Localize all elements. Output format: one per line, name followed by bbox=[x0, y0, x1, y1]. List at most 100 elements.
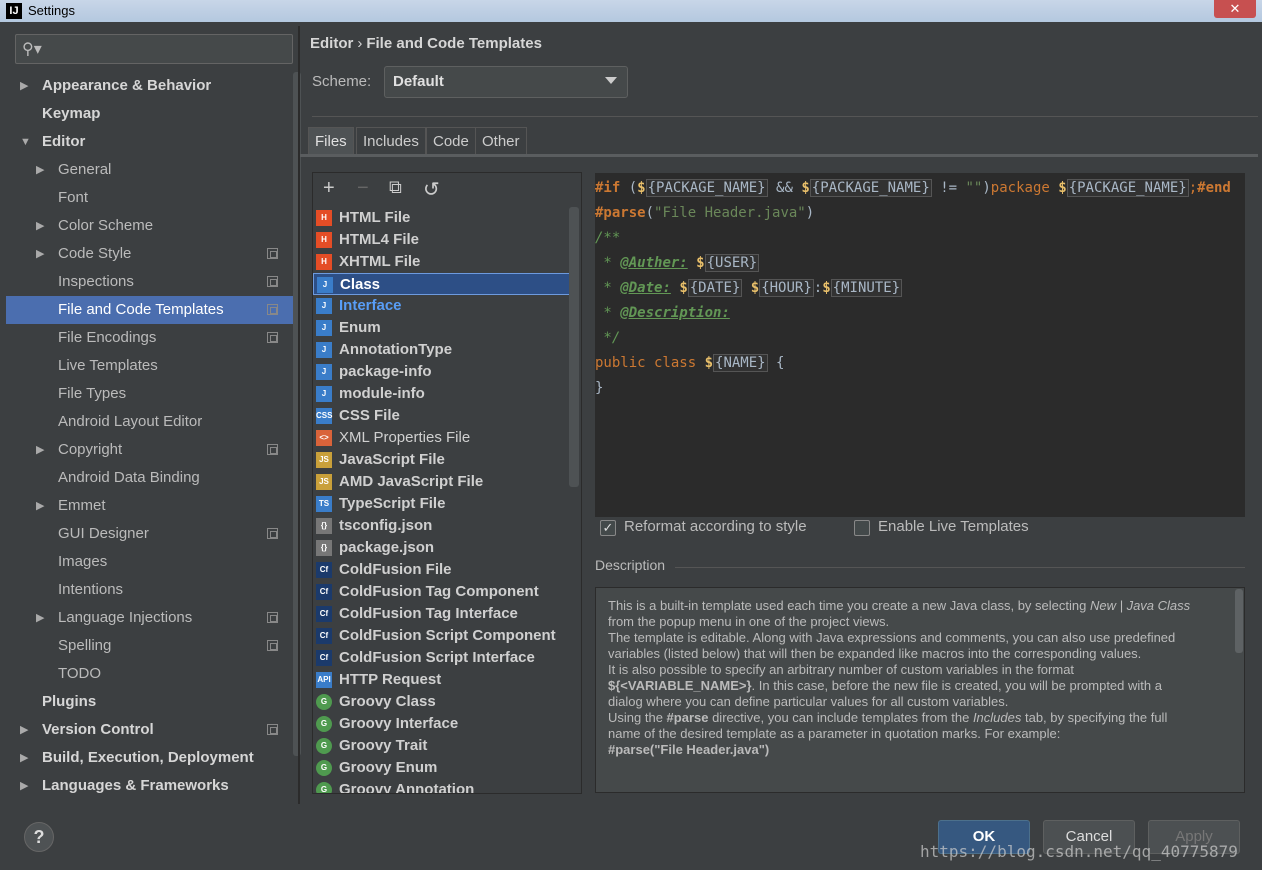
list-item[interactable]: J Class bbox=[313, 273, 571, 295]
list-item[interactable]: JS JavaScript File bbox=[313, 449, 571, 471]
sidebar-item-label: Plugins bbox=[42, 693, 97, 710]
code-line: #if ($ {PACKAGE_NAME} && $ {PACKAGE_NAME} … bbox=[595, 176, 1231, 201]
list-scrollbar[interactable] bbox=[569, 207, 579, 487]
reset-icon[interactable]: ↺ bbox=[423, 177, 440, 202]
list-item[interactable]: H XHTML File bbox=[313, 251, 571, 273]
sidebar-item-version-control[interactable]: ▶ Version Control bbox=[6, 716, 298, 744]
collapsed-arrow-icon[interactable]: ▶ bbox=[36, 436, 44, 464]
sidebar-item-code-style[interactable]: ▶ Code Style bbox=[6, 240, 298, 268]
list-item[interactable]: G Groovy Class bbox=[313, 691, 571, 713]
tab-other[interactable]: Other bbox=[475, 127, 527, 155]
sidebar-item-font[interactable]: Font bbox=[6, 184, 298, 212]
sidebar-item-inspections[interactable]: Inspections bbox=[6, 268, 298, 296]
list-item[interactable]: Cf ColdFusion Script Interface bbox=[313, 647, 571, 669]
collapsed-arrow-icon[interactable]: ▶ bbox=[20, 72, 28, 100]
template-name: ColdFusion Tag Interface bbox=[339, 605, 518, 622]
remove-icon[interactable]: − bbox=[357, 177, 369, 200]
collapsed-arrow-icon[interactable]: ▶ bbox=[20, 744, 28, 772]
sidebar-item-keymap[interactable]: Keymap bbox=[6, 100, 298, 128]
checkbox-checked-icon[interactable]: ✓ bbox=[600, 520, 616, 536]
template-variable: {NAME} bbox=[713, 354, 768, 372]
sidebar-item-file-and-code-templates[interactable]: File and Code Templates bbox=[6, 296, 298, 324]
list-item[interactable]: {} tsconfig.json bbox=[313, 515, 571, 537]
template-name: ColdFusion Script Interface bbox=[339, 649, 535, 666]
list-item[interactable]: G Groovy Interface bbox=[313, 713, 571, 735]
sidebar-item-todo[interactable]: TODO bbox=[6, 660, 298, 688]
template-editor[interactable]: #if ($ {PACKAGE_NAME} && $ {PACKAGE_NAME} … bbox=[595, 173, 1245, 517]
list-item[interactable]: H HTML4 File bbox=[313, 229, 571, 251]
sidebar-item-label: Keymap bbox=[42, 105, 101, 122]
sidebar-item-color-scheme[interactable]: ▶ Color Scheme bbox=[6, 212, 298, 240]
copy-icon[interactable]: ⧉ bbox=[389, 177, 402, 198]
sidebar-item-file-types[interactable]: File Types bbox=[6, 380, 298, 408]
scheme-value: Default bbox=[393, 73, 444, 90]
checkbox-icon[interactable] bbox=[854, 520, 870, 536]
list-item[interactable]: Jpackage-info bbox=[313, 361, 571, 383]
template-name: tsconfig.json bbox=[339, 517, 433, 534]
sidebar-item-intentions[interactable]: Intentions bbox=[6, 576, 298, 604]
sidebar-item-label: GUI Designer bbox=[58, 525, 149, 542]
list-item[interactable]: G Groovy Enum bbox=[313, 757, 571, 779]
list-item[interactable]: <> XML Properties File bbox=[313, 427, 571, 449]
sidebar-item-plugins[interactable]: Plugins bbox=[6, 688, 298, 716]
sidebar-item-label: Font bbox=[58, 189, 89, 206]
collapsed-arrow-icon[interactable]: ▶ bbox=[20, 772, 28, 800]
project-settings-icon bbox=[267, 640, 278, 651]
close-button[interactable]: ✕ bbox=[1214, 0, 1256, 18]
file-type-icon: Cf bbox=[316, 628, 332, 644]
tab-includes[interactable]: Includes bbox=[356, 127, 426, 155]
tab-files[interactable]: Files bbox=[308, 127, 354, 155]
sidebar-item-spelling[interactable]: Spelling bbox=[6, 632, 298, 660]
file-type-icon: CSS bbox=[316, 408, 332, 424]
sidebar-item-general[interactable]: ▶ General bbox=[6, 156, 298, 184]
collapsed-arrow-icon[interactable]: ▶ bbox=[20, 716, 28, 744]
sidebar-item-languages-frameworks[interactable]: ▶ Languages & Frameworks bbox=[6, 772, 298, 800]
template-name: Groovy Class bbox=[339, 693, 436, 710]
sidebar-item-emmet[interactable]: ▶ Emmet bbox=[6, 492, 298, 520]
sidebar-item-live-templates[interactable]: Live Templates bbox=[6, 352, 298, 380]
directive: #end bbox=[1197, 180, 1231, 196]
list-item[interactable]: G Groovy Trait bbox=[313, 735, 571, 757]
collapsed-arrow-icon[interactable]: ▶ bbox=[36, 156, 44, 184]
list-item[interactable]: JS AMD JavaScript File bbox=[313, 471, 571, 493]
sidebar-item-gui-designer[interactable]: GUI Designer bbox=[6, 520, 298, 548]
list-item[interactable]: G Groovy Annotation bbox=[313, 779, 571, 793]
list-item[interactable]: Cf ColdFusion File bbox=[313, 559, 571, 581]
help-button[interactable]: ? bbox=[24, 822, 54, 852]
file-type-icon: J bbox=[316, 342, 332, 358]
template-name: XHTML File bbox=[339, 253, 421, 270]
list-item[interactable]: J Interface bbox=[313, 295, 571, 317]
list-item[interactable]: Cf ColdFusion Tag Interface bbox=[313, 603, 571, 625]
list-item[interactable]: Jmodule-info bbox=[313, 383, 571, 405]
sidebar-item-build-execution-deployment[interactable]: ▶ Build, Execution, Deployment bbox=[6, 744, 298, 772]
collapsed-arrow-icon[interactable]: ▶ bbox=[36, 492, 44, 520]
sidebar-item-editor[interactable]: ▼ Editor bbox=[6, 128, 298, 156]
list-item[interactable]: Cf ColdFusion Script Component bbox=[313, 625, 571, 647]
list-item[interactable]: {} package.json bbox=[313, 537, 571, 559]
expanded-arrow-icon[interactable]: ▼ bbox=[20, 128, 31, 156]
code-line: * @Auther: $ {USER} bbox=[595, 251, 760, 276]
sidebar-item-android-layout-editor[interactable]: Android Layout Editor bbox=[6, 408, 298, 436]
list-item[interactable]: TS TypeScript File bbox=[313, 493, 571, 515]
sidebar-item-appearance-behavior[interactable]: ▶ Appearance & Behavior bbox=[6, 72, 298, 100]
sidebar-item-android-data-binding[interactable]: Android Data Binding bbox=[6, 464, 298, 492]
tab-code[interactable]: Code bbox=[426, 127, 476, 155]
scheme-dropdown[interactable]: Default bbox=[384, 66, 628, 98]
sidebar-item-language-injections[interactable]: ▶ Language Injections bbox=[6, 604, 298, 632]
list-item[interactable]: J AnnotationType bbox=[313, 339, 571, 361]
sidebar-item-images[interactable]: Images bbox=[6, 548, 298, 576]
page-title: File and Code Templates bbox=[366, 35, 542, 52]
list-item[interactable]: CSS CSS File bbox=[313, 405, 571, 427]
collapsed-arrow-icon[interactable]: ▶ bbox=[36, 240, 44, 268]
list-item[interactable]: API HTTP Request bbox=[313, 669, 571, 691]
collapsed-arrow-icon[interactable]: ▶ bbox=[36, 212, 44, 240]
list-item[interactable]: J Enum bbox=[313, 317, 571, 339]
sidebar-item-copyright[interactable]: ▶ Copyright bbox=[6, 436, 298, 464]
search-input[interactable]: ⚲▾ bbox=[15, 34, 293, 64]
add-icon[interactable]: + bbox=[323, 177, 335, 200]
sidebar-item-file-encodings[interactable]: File Encodings bbox=[6, 324, 298, 352]
collapsed-arrow-icon[interactable]: ▶ bbox=[36, 604, 44, 632]
description-scrollbar[interactable] bbox=[1235, 589, 1243, 653]
list-item[interactable]: H HTML File bbox=[313, 207, 571, 229]
list-item[interactable]: Cf ColdFusion Tag Component bbox=[313, 581, 571, 603]
